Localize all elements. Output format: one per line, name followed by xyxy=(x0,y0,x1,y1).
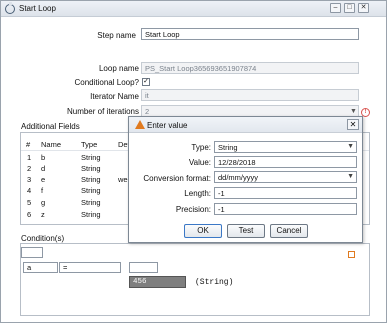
type-label: Type: xyxy=(191,143,211,152)
type-value: String xyxy=(218,143,238,152)
row-type: String xyxy=(81,198,101,207)
value-label: Value: xyxy=(188,158,211,167)
row-name: f xyxy=(41,186,44,195)
minimize-icon[interactable]: – xyxy=(330,3,341,13)
row-num: 4 xyxy=(27,186,32,195)
ok-button[interactable]: OK xyxy=(184,224,222,238)
title-bar: Start Loop – □ ✕ xyxy=(1,1,386,17)
row-type: String xyxy=(81,164,101,173)
row-num: 3 xyxy=(27,175,32,184)
row-num: 5 xyxy=(27,198,32,207)
chevron-down-icon: ▼ xyxy=(347,143,354,150)
app-icon xyxy=(5,2,15,14)
condition-negate-box[interactable] xyxy=(21,247,43,258)
maximize-icon[interactable]: □ xyxy=(344,3,355,13)
row-name: b xyxy=(41,153,46,162)
dialog-title-bar: Enter value ✕ xyxy=(129,117,362,133)
close-icon[interactable]: ✕ xyxy=(358,3,369,13)
conversion-format-select[interactable]: dd/mm/yyyy ▼ xyxy=(214,171,357,183)
iterations-dropdown-icon[interactable]: ▼ xyxy=(350,108,357,115)
test-button[interactable]: Test xyxy=(227,224,265,238)
loop-name-input[interactable]: PS_Start Loop365693651907874 xyxy=(141,62,359,74)
enter-value-dialog: Enter value ✕ Type: String ▼ Value: 12/2… xyxy=(128,116,363,243)
conversion-format-label: Conversion format: xyxy=(143,174,211,183)
type-select[interactable]: String ▼ xyxy=(214,141,357,153)
row-name: e xyxy=(41,175,46,184)
condition-right-field[interactable] xyxy=(129,262,158,273)
condition-constant-value[interactable]: 456 xyxy=(129,276,186,288)
condition-operator[interactable]: = xyxy=(59,262,121,273)
length-label: Length: xyxy=(184,189,211,198)
row-type: String xyxy=(81,210,101,219)
dialog-close-icon[interactable]: ✕ xyxy=(347,119,359,130)
col-header-num: # xyxy=(26,140,31,149)
window-title: Start Loop xyxy=(19,4,56,13)
row-type: String xyxy=(81,186,101,195)
row-name: z xyxy=(41,210,45,219)
dialog-title: Enter value xyxy=(147,121,188,130)
loop-name-label: Loop name xyxy=(98,64,139,73)
chevron-down-icon: ▼ xyxy=(347,173,354,180)
row-num: 6 xyxy=(27,210,32,219)
row-name: d xyxy=(41,164,46,173)
col-header-name: Name xyxy=(41,140,62,149)
conditions-title: Condition(s) xyxy=(21,234,65,243)
pentaho-logo-icon xyxy=(135,120,145,129)
precision-input[interactable]: -1 xyxy=(214,203,357,215)
iterations-label: Number of iterations xyxy=(66,107,139,116)
iterations-value: 2 xyxy=(145,107,150,116)
add-condition-icon[interactable] xyxy=(348,251,355,258)
condition-left-field[interactable]: a xyxy=(23,262,58,273)
conditional-loop-checkbox[interactable]: ✓ xyxy=(142,78,150,86)
additional-fields-title: Additional Fields xyxy=(21,122,80,131)
row-type: String xyxy=(81,153,101,162)
step-name-label: Step name xyxy=(97,31,136,40)
condition-constant-type: (String) xyxy=(195,278,234,287)
row-num: 1 xyxy=(27,153,32,162)
conversion-format-value: dd/mm/yyyy xyxy=(218,173,259,182)
row-name: g xyxy=(41,198,46,207)
row-num: 2 xyxy=(27,164,32,173)
iterator-name-label: Iterator Name xyxy=(90,92,139,101)
step-name-input[interactable]: Start Loop xyxy=(141,28,359,40)
precision-label: Precision: xyxy=(175,205,211,214)
col-header-type: Type xyxy=(81,140,98,149)
iterator-name-input[interactable]: it xyxy=(141,89,359,101)
conditional-loop-label: Conditional Loop? xyxy=(74,78,140,87)
row-type: String xyxy=(81,175,101,184)
length-input[interactable]: -1 xyxy=(214,187,357,199)
value-input[interactable]: 12/28/2018 xyxy=(214,156,357,168)
cancel-button[interactable]: Cancel xyxy=(270,224,308,238)
